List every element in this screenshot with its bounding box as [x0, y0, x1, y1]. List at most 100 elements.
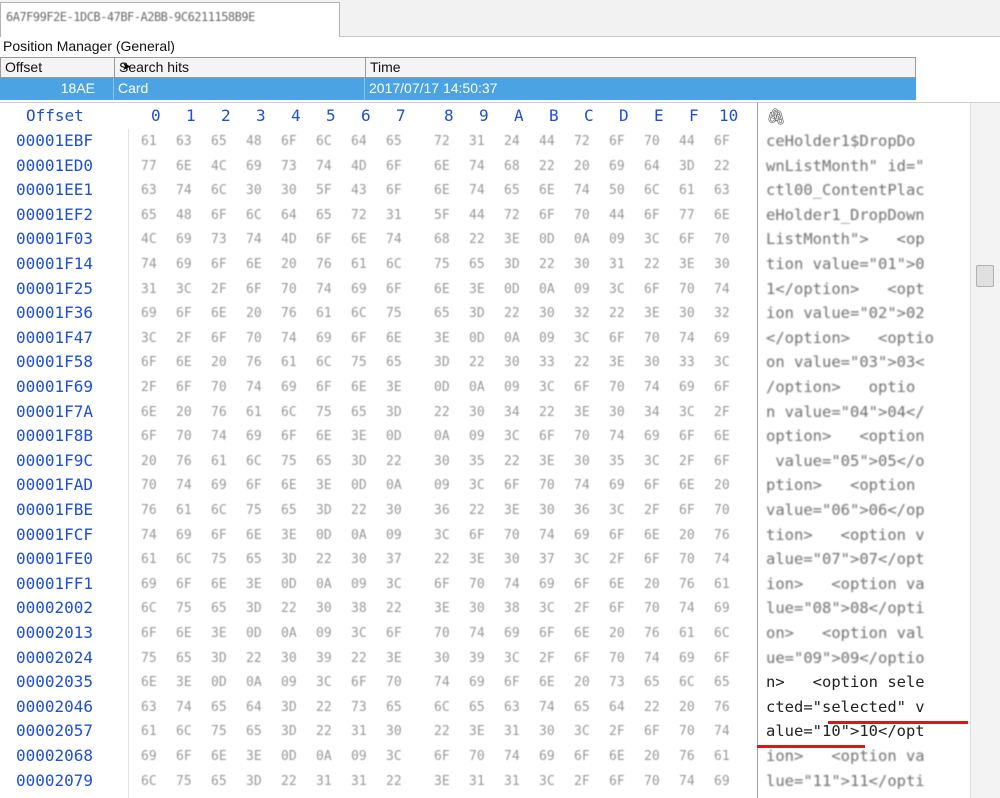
hex-row[interactable]: 00001F47 3C 2F 6F 70 74 69 6F 6E 3E 0D 0A 09 3C 6F 70 74…: [0, 326, 970, 351]
hex-byte[interactable]: 6F: [351, 675, 367, 690]
hex-byte[interactable]: 69: [609, 478, 625, 493]
hex-byte[interactable]: 6F: [434, 577, 450, 592]
row-text[interactable]: ceHolder1$DropDo: [766, 132, 915, 150]
hex-byte[interactable]: 74: [316, 159, 332, 174]
hex-byte[interactable]: 3C: [386, 749, 402, 764]
hex-byte[interactable]: 74: [609, 429, 625, 444]
hex-byte[interactable]: 31: [504, 724, 520, 739]
hex-byte[interactable]: 69: [351, 282, 367, 297]
hex-byte[interactable]: 3C: [539, 774, 555, 789]
hex-row[interactable]: 00001F36 69 6F 6E 20 76 61 6C 75 65 3D 22 30 32 22 3E 30…: [0, 301, 970, 326]
hex-byte[interactable]: 70: [644, 331, 660, 346]
hex-byte[interactable]: 73: [281, 159, 297, 174]
hex-byte[interactable]: 75: [176, 601, 192, 616]
hex-byte[interactable]: 74: [141, 528, 157, 543]
hex-byte[interactable]: 6E: [246, 528, 262, 543]
row-text[interactable]: 1</option> <opt: [766, 280, 925, 298]
hex-byte[interactable]: 70: [679, 552, 695, 567]
hex-byte[interactable]: 61: [246, 405, 262, 420]
hex-byte[interactable]: 0A: [316, 749, 332, 764]
hex-byte[interactable]: 6C: [176, 724, 192, 739]
hex-byte[interactable]: 73: [211, 232, 227, 247]
hex-byte[interactable]: 3C: [644, 232, 660, 247]
hex-byte[interactable]: 22: [434, 552, 450, 567]
hex-byte[interactable]: 6E: [714, 208, 730, 223]
hex-byte[interactable]: 61: [316, 306, 332, 321]
hex-byte[interactable]: 30: [281, 183, 297, 198]
hex-byte[interactable]: 69: [316, 331, 332, 346]
hex-byte[interactable]: 30: [609, 405, 625, 420]
hex-byte[interactable]: 76: [644, 626, 660, 641]
row-text[interactable]: /option> optio: [766, 378, 915, 396]
hex-byte[interactable]: 3E: [609, 355, 625, 370]
hex-byte[interactable]: 31: [469, 774, 485, 789]
hex-byte[interactable]: 74: [714, 724, 730, 739]
hex-byte[interactable]: 44: [679, 134, 695, 149]
hex-byte[interactable]: 74: [434, 675, 450, 690]
hex-row[interactable]: 00001FCF 74 69 6F 6E 3E 0D 0A 09 3C 6F 70 74 69 6F 6E 20…: [0, 523, 970, 548]
hex-byte[interactable]: 30: [281, 651, 297, 666]
column-header-time[interactable]: Time: [366, 58, 917, 77]
hex-byte[interactable]: 09: [386, 528, 402, 543]
hex-byte[interactable]: 70: [246, 331, 262, 346]
hex-byte[interactable]: 3C: [504, 651, 520, 666]
hex-byte[interactable]: 73: [609, 675, 625, 690]
hex-byte[interactable]: 75: [211, 552, 227, 567]
hex-byte[interactable]: 22: [504, 306, 520, 321]
hex-byte[interactable]: 6E: [434, 282, 450, 297]
hex-byte[interactable]: 30: [574, 454, 590, 469]
hex-byte[interactable]: 3C: [574, 552, 590, 567]
hex-byte[interactable]: 35: [609, 454, 625, 469]
hex-byte[interactable]: 32: [574, 306, 590, 321]
hex-byte[interactable]: 3C: [679, 405, 695, 420]
hex-byte[interactable]: 6F: [434, 749, 450, 764]
hex-byte[interactable]: 20: [211, 355, 227, 370]
hex-byte[interactable]: 65: [469, 257, 485, 272]
paperclip-icon[interactable]: 🖇: [766, 107, 786, 127]
hex-byte[interactable]: 20: [644, 577, 660, 592]
hex-byte[interactable]: 0D: [504, 282, 520, 297]
hex-byte[interactable]: 3C: [609, 503, 625, 518]
hex-byte[interactable]: 72: [434, 134, 450, 149]
hex-byte[interactable]: 0D: [246, 626, 262, 641]
hex-byte[interactable]: 3C: [644, 454, 660, 469]
hex-byte[interactable]: 09: [539, 331, 555, 346]
hex-byte[interactable]: 2F: [176, 331, 192, 346]
hex-byte[interactable]: 22: [351, 651, 367, 666]
hex-byte[interactable]: 76: [714, 700, 730, 715]
hex-byte[interactable]: 0D: [351, 478, 367, 493]
hex-byte[interactable]: 61: [141, 724, 157, 739]
hex-byte[interactable]: 6E: [141, 405, 157, 420]
hex-byte[interactable]: 0D: [281, 577, 297, 592]
hex-byte[interactable]: 2F: [609, 724, 625, 739]
hex-byte[interactable]: 76: [316, 257, 332, 272]
hex-row[interactable]: 00001FF1 69 6F 6E 3E 0D 0A 09 3C 6F 70 74 69 6F 6E 20 76…: [0, 572, 970, 597]
hex-byte[interactable]: 68: [434, 232, 450, 247]
hex-row[interactable]: 00002035 6E 3E 0D 0A 09 3C 6F 70 74 69 6F 6E 20 73 65 6C…: [0, 670, 970, 695]
hex-byte[interactable]: 74: [644, 380, 660, 395]
hex-byte[interactable]: 6E: [679, 478, 695, 493]
hex-byte[interactable]: 68: [504, 159, 520, 174]
hex-byte[interactable]: 65: [574, 700, 590, 715]
hex-byte[interactable]: 63: [141, 700, 157, 715]
hex-row[interactable]: 00001F25 31 3C 2F 6F 70 74 69 6F 6E 3E 0D 0A 09 3C 6F 70…: [0, 277, 970, 302]
hex-byte[interactable]: 30: [386, 724, 402, 739]
hex-byte[interactable]: 3C: [504, 429, 520, 444]
hex-byte[interactable]: 6F: [386, 282, 402, 297]
hex-byte[interactable]: 6E: [176, 626, 192, 641]
hex-byte[interactable]: 74: [679, 331, 695, 346]
hex-byte[interactable]: 73: [351, 700, 367, 715]
row-text[interactable]: n value="04">04</: [766, 403, 925, 421]
hex-byte[interactable]: 69: [714, 601, 730, 616]
hex-byte[interactable]: 74: [141, 257, 157, 272]
hex-byte[interactable]: 6C: [351, 306, 367, 321]
hex-byte[interactable]: 6E: [609, 577, 625, 592]
hex-byte[interactable]: 69: [141, 306, 157, 321]
hex-byte[interactable]: 64: [609, 700, 625, 715]
hex-byte[interactable]: 30: [316, 601, 332, 616]
hex-byte[interactable]: 74: [574, 183, 590, 198]
hex-byte[interactable]: 74: [504, 577, 520, 592]
hex-row[interactable]: 00002046 63 74 65 64 3D 22 73 65 6C 65 63 74 65 64 22 20…: [0, 695, 970, 720]
hex-byte[interactable]: 20: [141, 454, 157, 469]
hex-byte[interactable]: 6F: [574, 380, 590, 395]
